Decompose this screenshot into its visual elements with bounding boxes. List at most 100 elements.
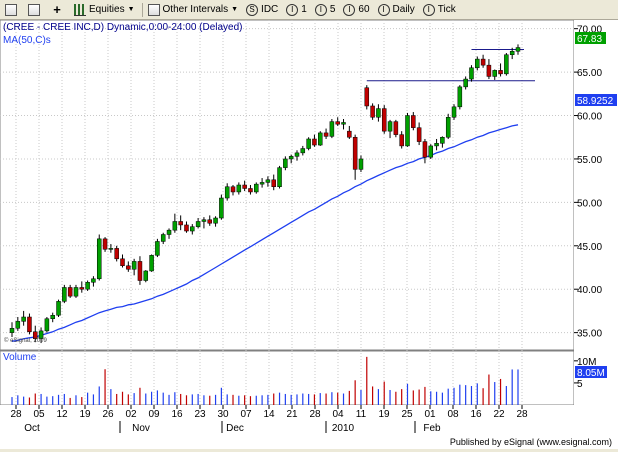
candle-body — [91, 278, 96, 283]
price-tick-label: 35.00 — [577, 329, 602, 340]
price-tick-label: 55.00 — [577, 155, 602, 166]
candle-body — [56, 301, 61, 316]
interval-tick-label: Tick — [437, 4, 456, 15]
candle-body — [486, 64, 492, 77]
candle-body — [422, 141, 428, 158]
candle-body — [190, 226, 195, 232]
grid-icon[interactable] — [2, 2, 23, 18]
candle-body — [85, 282, 90, 290]
candle-body — [283, 158, 288, 168]
candle-body — [329, 121, 335, 137]
candle-body — [242, 184, 247, 189]
candle-body — [108, 248, 114, 250]
candle-body — [201, 219, 207, 222]
date-tick-label: 01 — [424, 409, 436, 420]
month-label: Feb — [423, 423, 441, 434]
candle-body — [294, 152, 300, 157]
add-plus-icon[interactable]: + — [48, 2, 69, 18]
candle-body — [416, 127, 422, 142]
date-tick-label: 30 — [217, 409, 229, 420]
candle-body — [306, 138, 311, 149]
candle-body — [399, 134, 404, 147]
esignal-copyright: © eSignal, 2009 — [4, 337, 47, 344]
interval-5-button[interactable]: I5 — [312, 2, 339, 18]
date-tick-label: 07 — [240, 409, 252, 420]
date-tick-label: 14 — [263, 409, 275, 420]
intervals-icon — [147, 3, 160, 16]
candle-body — [44, 318, 50, 332]
candle-body — [445, 117, 451, 138]
candle-body — [172, 221, 178, 231]
candle-body — [504, 54, 509, 75]
date-tick-label: 16 — [171, 409, 183, 420]
other-intervals-label: Other Intervals — [162, 4, 229, 15]
candle-body — [411, 115, 416, 128]
candle-body — [120, 258, 125, 267]
chart-window[interactable]: 70.00 65.00 60.00 55.00 50.00 45.00 40.00 35.00… — [0, 19, 618, 449]
idc-button[interactable]: S IDC — [243, 2, 281, 18]
date-tick-label: 28 — [309, 409, 321, 420]
date-tick-label: 23 — [194, 409, 206, 420]
month-label: Nov — [132, 423, 150, 434]
candle-body — [207, 219, 212, 224]
date-tick-label: 22 — [493, 409, 505, 420]
candle-body — [114, 248, 119, 260]
candle-body — [318, 132, 323, 146]
chevron-down-icon: ▼ — [231, 6, 239, 13]
equities-dropdown[interactable]: Equities ▼ — [71, 2, 138, 18]
idc-label: IDC — [261, 4, 279, 15]
toolbar: + Equities ▼ Other Intervals ▼ S IDC I1 I5 … — [0, 0, 618, 20]
candle-body — [364, 87, 370, 107]
price-tick-label: 45.00 — [577, 242, 602, 253]
candle-body — [126, 265, 131, 270]
candle-body — [434, 143, 439, 147]
month-label: Oct — [24, 423, 40, 434]
candle-body — [79, 287, 85, 290]
candle-body — [341, 122, 346, 125]
interval-tick-button[interactable]: I Tick — [420, 2, 459, 18]
candle-body — [352, 136, 358, 170]
candle-body — [323, 132, 329, 137]
date-tick-label: 11 — [356, 409, 367, 420]
candle-body — [9, 328, 15, 333]
candle-body — [480, 58, 486, 66]
candle-body — [155, 241, 160, 256]
candle-body — [62, 287, 67, 302]
ma-value-label: 58.9252 — [577, 96, 614, 107]
candle-body — [254, 183, 259, 193]
candle-body — [335, 121, 340, 125]
candle-body — [236, 184, 242, 193]
date-tick-label: 28 — [10, 409, 22, 420]
candle-body — [195, 221, 201, 227]
month-label: 2010 — [332, 423, 355, 434]
chevron-down-icon: ▼ — [127, 6, 135, 13]
interval-daily-label: Daily — [392, 4, 415, 15]
date-tick-label: 09 — [148, 409, 160, 420]
date-tick-label: 16 — [470, 409, 482, 420]
price-tick-label: 50.00 — [577, 198, 602, 209]
volume-pane[interactable] — [0, 350, 575, 406]
interval-60-button[interactable]: I 60 — [340, 2, 372, 18]
ma-legend: MA(50,C)s — [3, 35, 51, 46]
date-tick-label: 19 — [378, 409, 390, 420]
candle-body — [149, 255, 154, 272]
candle-body — [475, 58, 480, 69]
price-tick-label: 60.00 — [577, 112, 602, 123]
chart-header: (CREE - CREE INC,D) Dynamic,0:00-24:00 (… — [3, 22, 243, 33]
candle-body — [440, 136, 445, 144]
candle-body — [67, 287, 73, 297]
candle-body — [405, 115, 410, 147]
stock-chart[interactable]: 70.0065.0060.0055.0050.0045.0040.0035.00… — [0, 19, 618, 449]
volume-title: Volume — [3, 352, 37, 363]
interval-daily-button[interactable]: I Daily — [375, 2, 418, 18]
candle-body — [184, 224, 189, 232]
candle-body — [131, 261, 137, 270]
candle-body — [50, 315, 55, 319]
candle-body — [271, 179, 276, 187]
interval-1-button[interactable]: I1 — [283, 2, 310, 18]
candle-body — [358, 158, 364, 170]
other-intervals-dropdown[interactable]: Other Intervals ▼ — [145, 2, 242, 18]
window-icon[interactable] — [25, 2, 46, 18]
price-tick-label: 40.00 — [577, 285, 602, 296]
volume-value-label: 8.05M — [577, 368, 605, 379]
